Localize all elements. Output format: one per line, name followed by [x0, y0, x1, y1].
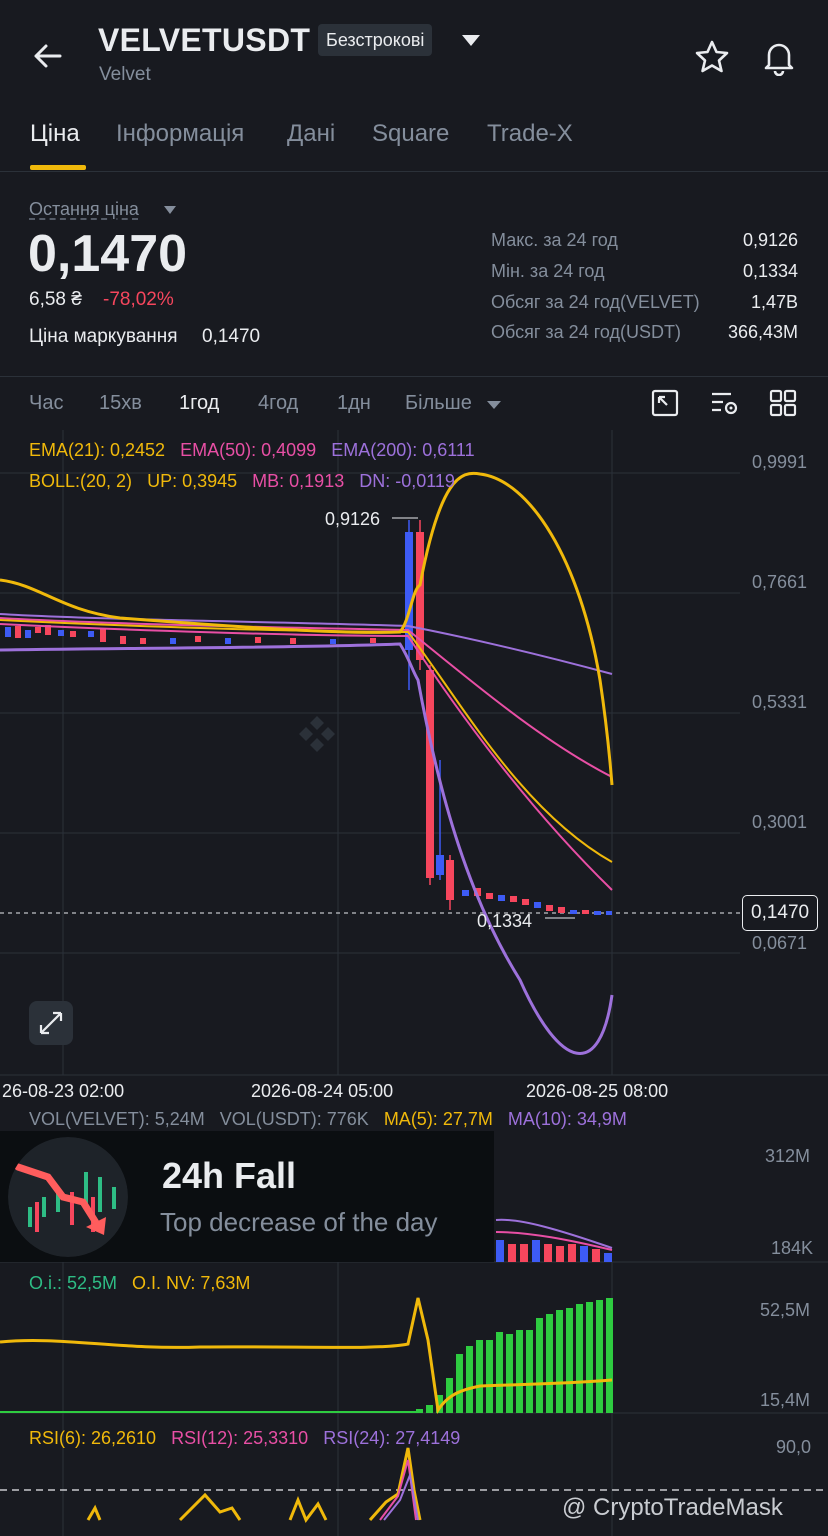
rsi-lines: [86, 1447, 422, 1524]
interval-4h[interactable]: 4год: [258, 392, 298, 415]
tab-info[interactable]: Інформація: [116, 120, 244, 148]
current-price-tag[interactable]: 0,1470: [742, 895, 819, 931]
price-axis-label: 0,0671: [752, 933, 808, 953]
ema200-label: EMA(200): 0,6111: [331, 440, 475, 460]
ema-legend: EMA(21): 0,2452 EMA(50): 0,4099 EMA(200)…: [29, 440, 475, 461]
falling-chart-icon: [8, 1137, 128, 1257]
rsi-axis-label: 90,0: [776, 1437, 812, 1457]
price-axis-label: 0,7661: [752, 572, 808, 592]
volume-axis-label: 312M: [765, 1146, 811, 1166]
stat-vol-base-label: Обсяг за 24 год(VELVET): [491, 292, 700, 312]
tab-data[interactable]: Дані: [287, 120, 335, 148]
symbol-subtitle: Velvet: [99, 64, 151, 85]
boll-mb-label: MB: 0,1913: [252, 471, 345, 491]
stat-low-label: Мін. за 24 год: [491, 261, 605, 281]
interval-1h[interactable]: 1год: [179, 392, 219, 415]
volume-legend: VOL(VELVET): 5,24M VOL(USDT): 776K MA(5)…: [29, 1109, 627, 1130]
price-alert-bell-icon[interactable]: [760, 38, 798, 76]
tab-price[interactable]: Ціна: [30, 120, 80, 148]
chart-expand-button[interactable]: [29, 1001, 73, 1045]
interval-time[interactable]: Час: [29, 392, 63, 415]
price-chart[interactable]: [0, 430, 828, 1536]
oi-nv-label: O.I. NV: 7,63M: [132, 1273, 251, 1293]
layout-grid-icon[interactable]: [768, 388, 798, 418]
interval-15m[interactable]: 15хв: [99, 392, 142, 415]
stat-high-value: 0,9126: [742, 230, 798, 250]
stat-vol-base-value: 1,47B: [750, 292, 798, 312]
banner-title: 24h Fall: [162, 1155, 297, 1196]
expand-arrows-icon: [39, 1011, 63, 1035]
watermark-text: @ CryptoTradeMask: [562, 1494, 783, 1521]
interval-1d[interactable]: 1дн: [337, 392, 371, 415]
vol-usdt-label: VOL(USDT): 776K: [219, 1109, 369, 1129]
fiat-price: 6,58 ₴: [29, 289, 82, 310]
oi-axis-label: 15,4M: [760, 1390, 811, 1410]
indicator-settings-icon[interactable]: [709, 388, 739, 418]
ema50-label: EMA(50): 0,4099: [180, 440, 317, 460]
low-price-callout: 0,1334: [477, 911, 533, 931]
high-price-callout: 0,9126: [325, 509, 381, 529]
stat-vol-quote-label: Обсяг за 24 год(USDT): [491, 322, 681, 342]
price-axis-label: 0,9991: [752, 452, 808, 472]
vol-ma5-label: MA(5): 27,7M: [383, 1109, 493, 1129]
boll-dn-label: DN: -0,0119: [359, 471, 455, 491]
section-divider: [0, 376, 828, 377]
contract-type-badge[interactable]: Безстрокові: [318, 24, 433, 56]
stat-high-label: Макс. за 24 год: [491, 230, 618, 250]
price-axis-label: 0,5331: [752, 692, 808, 712]
mark-price-label: Ціна маркування: [29, 326, 178, 347]
header: VELVETUSDT Безстрокові Velvet: [0, 0, 828, 110]
symbol-title[interactable]: VELVETUSDT: [98, 22, 310, 59]
binance-watermark-icon: [299, 716, 335, 752]
volume-axis-label: 184K: [771, 1238, 814, 1258]
main-tabs: Ціна Інформація Дані Square Trade-X: [0, 110, 828, 172]
change-percent: -78,02%: [103, 289, 174, 310]
volume-bars: [495, 1218, 613, 1262]
banner-subtitle: Top decrease of the day: [160, 1207, 438, 1237]
price-axis-label: 0,3001: [752, 812, 808, 832]
interval-more[interactable]: Більше: [405, 392, 472, 415]
last-price: 0,1470: [28, 225, 188, 283]
active-tab-indicator: [30, 165, 86, 170]
rsi24-label: RSI(24): 27,4149: [323, 1428, 461, 1448]
chart-fullscreen-icon[interactable]: [650, 388, 680, 418]
symbol-dropdown-icon[interactable]: [460, 33, 482, 47]
tab-trade-x[interactable]: Trade-X: [487, 120, 573, 148]
open-interest-bars: [0, 1298, 613, 1413]
stat-low-value: 0,1334: [742, 261, 798, 281]
ema21-label: EMA(21): 0,2452: [29, 440, 166, 460]
rsi-legend: RSI(6): 26,2610 RSI(12): 25,3310 RSI(24)…: [29, 1428, 460, 1449]
boll-up-label: UP: 0,3945: [147, 471, 238, 491]
favorite-star-icon[interactable]: [693, 38, 731, 76]
time-axis-label: 26-08-23 02:00: [2, 1081, 125, 1101]
boll-legend: BOLL:(20, 2) UP: 0,3945 MB: 0,1913 DN: -…: [29, 471, 455, 492]
oi-axis-label: 52,5M: [760, 1300, 811, 1320]
back-arrow-icon[interactable]: [30, 38, 66, 74]
boll-label: BOLL:(20, 2): [29, 471, 133, 491]
stat-vol-quote-value: 366,43M: [727, 322, 798, 342]
time-axis-label: 2026-08-24 05:00: [251, 1081, 394, 1101]
vol-velvet-label: VOL(VELVET): 5,24M: [29, 1109, 205, 1129]
top-fall-banner[interactable]: 24h Fall Top decrease of the day: [0, 1131, 494, 1262]
boll-dn-line: [0, 642, 614, 1055]
mark-price: 0,1470: [202, 326, 261, 347]
time-axis-label: 2026-08-25 08:00: [526, 1081, 669, 1101]
oi-label: O.i.: 52,5M: [29, 1273, 118, 1293]
open-interest-legend: O.i.: 52,5M O.I. NV: 7,63M: [29, 1273, 250, 1294]
vol-ma10-label: MA(10): 34,9M: [507, 1109, 627, 1129]
more-intervals-dropdown-icon[interactable]: [486, 400, 502, 410]
rsi6-label: RSI(6): 26,2610: [29, 1428, 157, 1448]
last-price-label[interactable]: Остання ціна: [29, 199, 139, 220]
last-price-dropdown-icon[interactable]: [163, 205, 177, 215]
rsi12-label: RSI(12): 25,3310: [171, 1428, 309, 1448]
tab-square[interactable]: Square: [372, 120, 449, 148]
